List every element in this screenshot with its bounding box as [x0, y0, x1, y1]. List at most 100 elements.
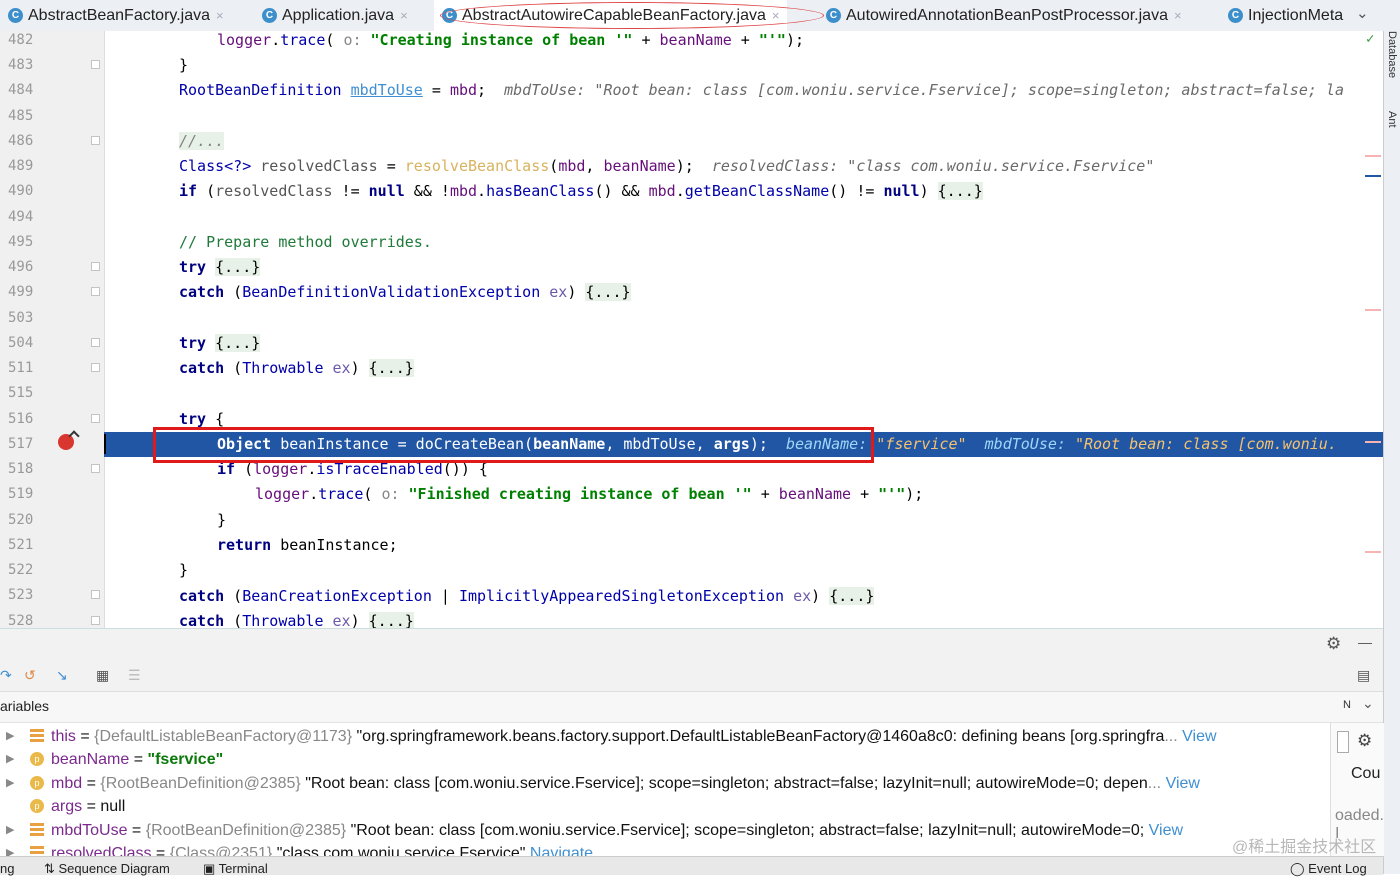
fold-marker[interactable] — [91, 590, 100, 599]
variable-row[interactable]: p args = null — [0, 795, 1330, 818]
run-to-cursor-icon[interactable]: ↘ — [56, 667, 68, 684]
layout-icon[interactable]: ▤ — [1357, 667, 1370, 684]
scroll-handle[interactable] — [1337, 731, 1349, 753]
class-icon: C — [826, 8, 841, 23]
variable-row[interactable]: ▶ p mbd = {RootBeanDefinition@2385} "Roo… — [0, 772, 1330, 795]
tab-event-log[interactable]: ◯ Event Log — [1290, 861, 1367, 877]
calculator-icon[interactable]: ▦ — [96, 667, 109, 684]
fold-marker[interactable] — [91, 363, 100, 372]
class-icon: C — [262, 8, 277, 23]
count-label: Cou — [1351, 765, 1381, 782]
step-over-icon[interactable]: ↷ — [0, 667, 12, 684]
fold-marker[interactable] — [91, 414, 100, 423]
expand-arrow-icon[interactable]: ▶ — [6, 772, 14, 795]
fold-marker[interactable] — [91, 464, 100, 473]
class-icon: C — [442, 8, 457, 23]
code-line-495: // Prepare method overrides. — [179, 233, 432, 251]
chevron-down-icon[interactable]: ⌄ — [1356, 4, 1369, 22]
code-line-519: logger.trace( o: "Finished creating inst… — [255, 485, 924, 503]
navigate-link[interactable]: Navigate — [530, 845, 593, 856]
code-line-490: if (resolvedClass != null && !mbd.hasBea… — [179, 182, 983, 200]
code-line-520: } — [217, 511, 227, 529]
variable-row[interactable]: ▶ mbdToUse = {RootBeanDefinition@2385} "… — [0, 819, 1330, 842]
fold-marker[interactable] — [91, 616, 100, 625]
expand-arrow-icon[interactable]: ▶ — [6, 819, 14, 842]
view-link[interactable]: View — [1182, 728, 1216, 745]
settings-icon[interactable]: ⚙ — [1357, 731, 1372, 751]
error-stripe-mark — [1365, 155, 1381, 157]
line-number: 511 — [8, 360, 34, 376]
close-icon[interactable]: × — [216, 8, 224, 23]
line-number: 519 — [8, 486, 34, 502]
error-stripe-mark — [1365, 441, 1381, 443]
minimize-icon[interactable]: — — [1358, 634, 1372, 650]
close-icon[interactable]: × — [400, 8, 408, 23]
fold-marker[interactable] — [91, 136, 100, 145]
n-label: N — [1343, 699, 1351, 711]
tab-injection-meta[interactable]: C InjectionMeta — [1228, 0, 1343, 31]
view-link[interactable]: View — [1149, 822, 1183, 839]
chevron-down-icon[interactable]: ⌄ — [1362, 695, 1374, 712]
tab-label: AbstractAutowireCapableBeanFactory.java — [462, 6, 766, 24]
expand-arrow-icon[interactable]: ▶ — [6, 748, 14, 771]
view-link[interactable]: View — [1166, 775, 1200, 792]
variable-row[interactable]: ▶ p beanName = "fservice" — [0, 748, 1330, 771]
tab-terminal[interactable]: ▣ Terminal — [203, 861, 268, 877]
tab-abstract-autowire-capable-bean-factory[interactable]: C AbstractAutowireCapableBeanFactory.jav… — [434, 0, 788, 31]
variables-title: ariables — [0, 698, 50, 714]
line-number: 496 — [8, 259, 34, 275]
class-icon: C — [1228, 8, 1243, 23]
fold-marker[interactable] — [91, 60, 100, 69]
fold-marker[interactable] — [91, 262, 100, 271]
line-number: 515 — [8, 385, 34, 401]
line-number: 489 — [8, 158, 34, 174]
code-line-523: catch (BeanCreationException | Implicitl… — [179, 587, 875, 605]
line-number: 485 — [8, 108, 34, 124]
drop-frame-icon[interactable]: ↺ — [24, 667, 36, 684]
line-number: 520 — [8, 512, 34, 528]
fold-marker[interactable] — [91, 287, 100, 296]
line-number: 516 — [8, 411, 34, 427]
editor-tab-bar: C AbstractBeanFactory.java × C Applicati… — [0, 0, 1400, 32]
tab-sequence-diagram[interactable]: ⇅ Sequence Diagram — [44, 861, 170, 877]
expand-arrow-icon[interactable]: ▶ — [6, 725, 14, 748]
line-number: 523 — [8, 587, 34, 603]
line-number: 490 — [8, 183, 34, 199]
line-number: 503 — [8, 310, 34, 326]
tab-autowired-annotation-bean-post-processor[interactable]: C AutowiredAnnotationBeanPostProcessor.j… — [826, 0, 1182, 31]
code-editor[interactable]: 482 483 484 485 486 489 490 494 495 496 … — [0, 31, 1383, 628]
field-icon — [30, 846, 44, 856]
watermark: @稀土掘金技术社区 — [1232, 839, 1377, 856]
line-number: 522 — [8, 562, 34, 578]
line-number: 528 — [8, 613, 34, 628]
close-icon[interactable]: × — [1174, 8, 1182, 23]
ant-tool-tab[interactable]: Ant — [1386, 111, 1398, 128]
code-line-504: try {...} — [179, 334, 261, 352]
close-icon[interactable]: × — [772, 8, 780, 23]
tab-label: Application.java — [282, 6, 395, 24]
line-number: 483 — [8, 57, 34, 73]
settings-icon[interactable]: ⚙ — [1326, 634, 1341, 654]
tab-label: InjectionMeta — [1248, 6, 1344, 24]
trace-icon[interactable]: ☰ — [128, 667, 141, 684]
tab-label: AbstractBeanFactory.java — [28, 6, 211, 24]
expand-arrow-icon[interactable]: ▶ — [6, 842, 14, 856]
code-line-511: catch (Throwable ex) {...} — [179, 359, 414, 377]
variable-row[interactable]: ▶ resolvedClass = {Class@2351} "class co… — [0, 842, 1330, 856]
line-number: 499 — [8, 284, 34, 300]
check-icon: ✓ — [1366, 31, 1375, 47]
tab-application[interactable]: C Application.java × — [262, 0, 408, 31]
parameter-icon: p — [30, 799, 44, 813]
code-line-486: //... — [179, 132, 225, 150]
variable-row[interactable]: ▶ this = {DefaultListableBeanFactory@117… — [0, 725, 1330, 748]
code-line-489: Class<?> resolvedClass = resolveBeanClas… — [179, 157, 1155, 175]
fold-marker[interactable] — [91, 338, 100, 347]
database-tool-tab[interactable]: Database — [1386, 31, 1398, 78]
line-number: 484 — [8, 82, 34, 98]
line-number: 517 — [8, 436, 34, 452]
debug-toolbar: ↷ ↺ ↘ ▦ ☰ ▤ — [0, 659, 1383, 692]
tab-abstract-bean-factory[interactable]: C AbstractBeanFactory.java × — [8, 0, 224, 31]
error-stripe-mark — [1365, 309, 1381, 311]
code-line-484: RootBeanDefinition mbdToUse = mbd; mbdTo… — [179, 81, 1344, 99]
bottom-tool-bar: ng ⇅ Sequence Diagram ▣ Terminal ◯ Event… — [0, 856, 1383, 877]
